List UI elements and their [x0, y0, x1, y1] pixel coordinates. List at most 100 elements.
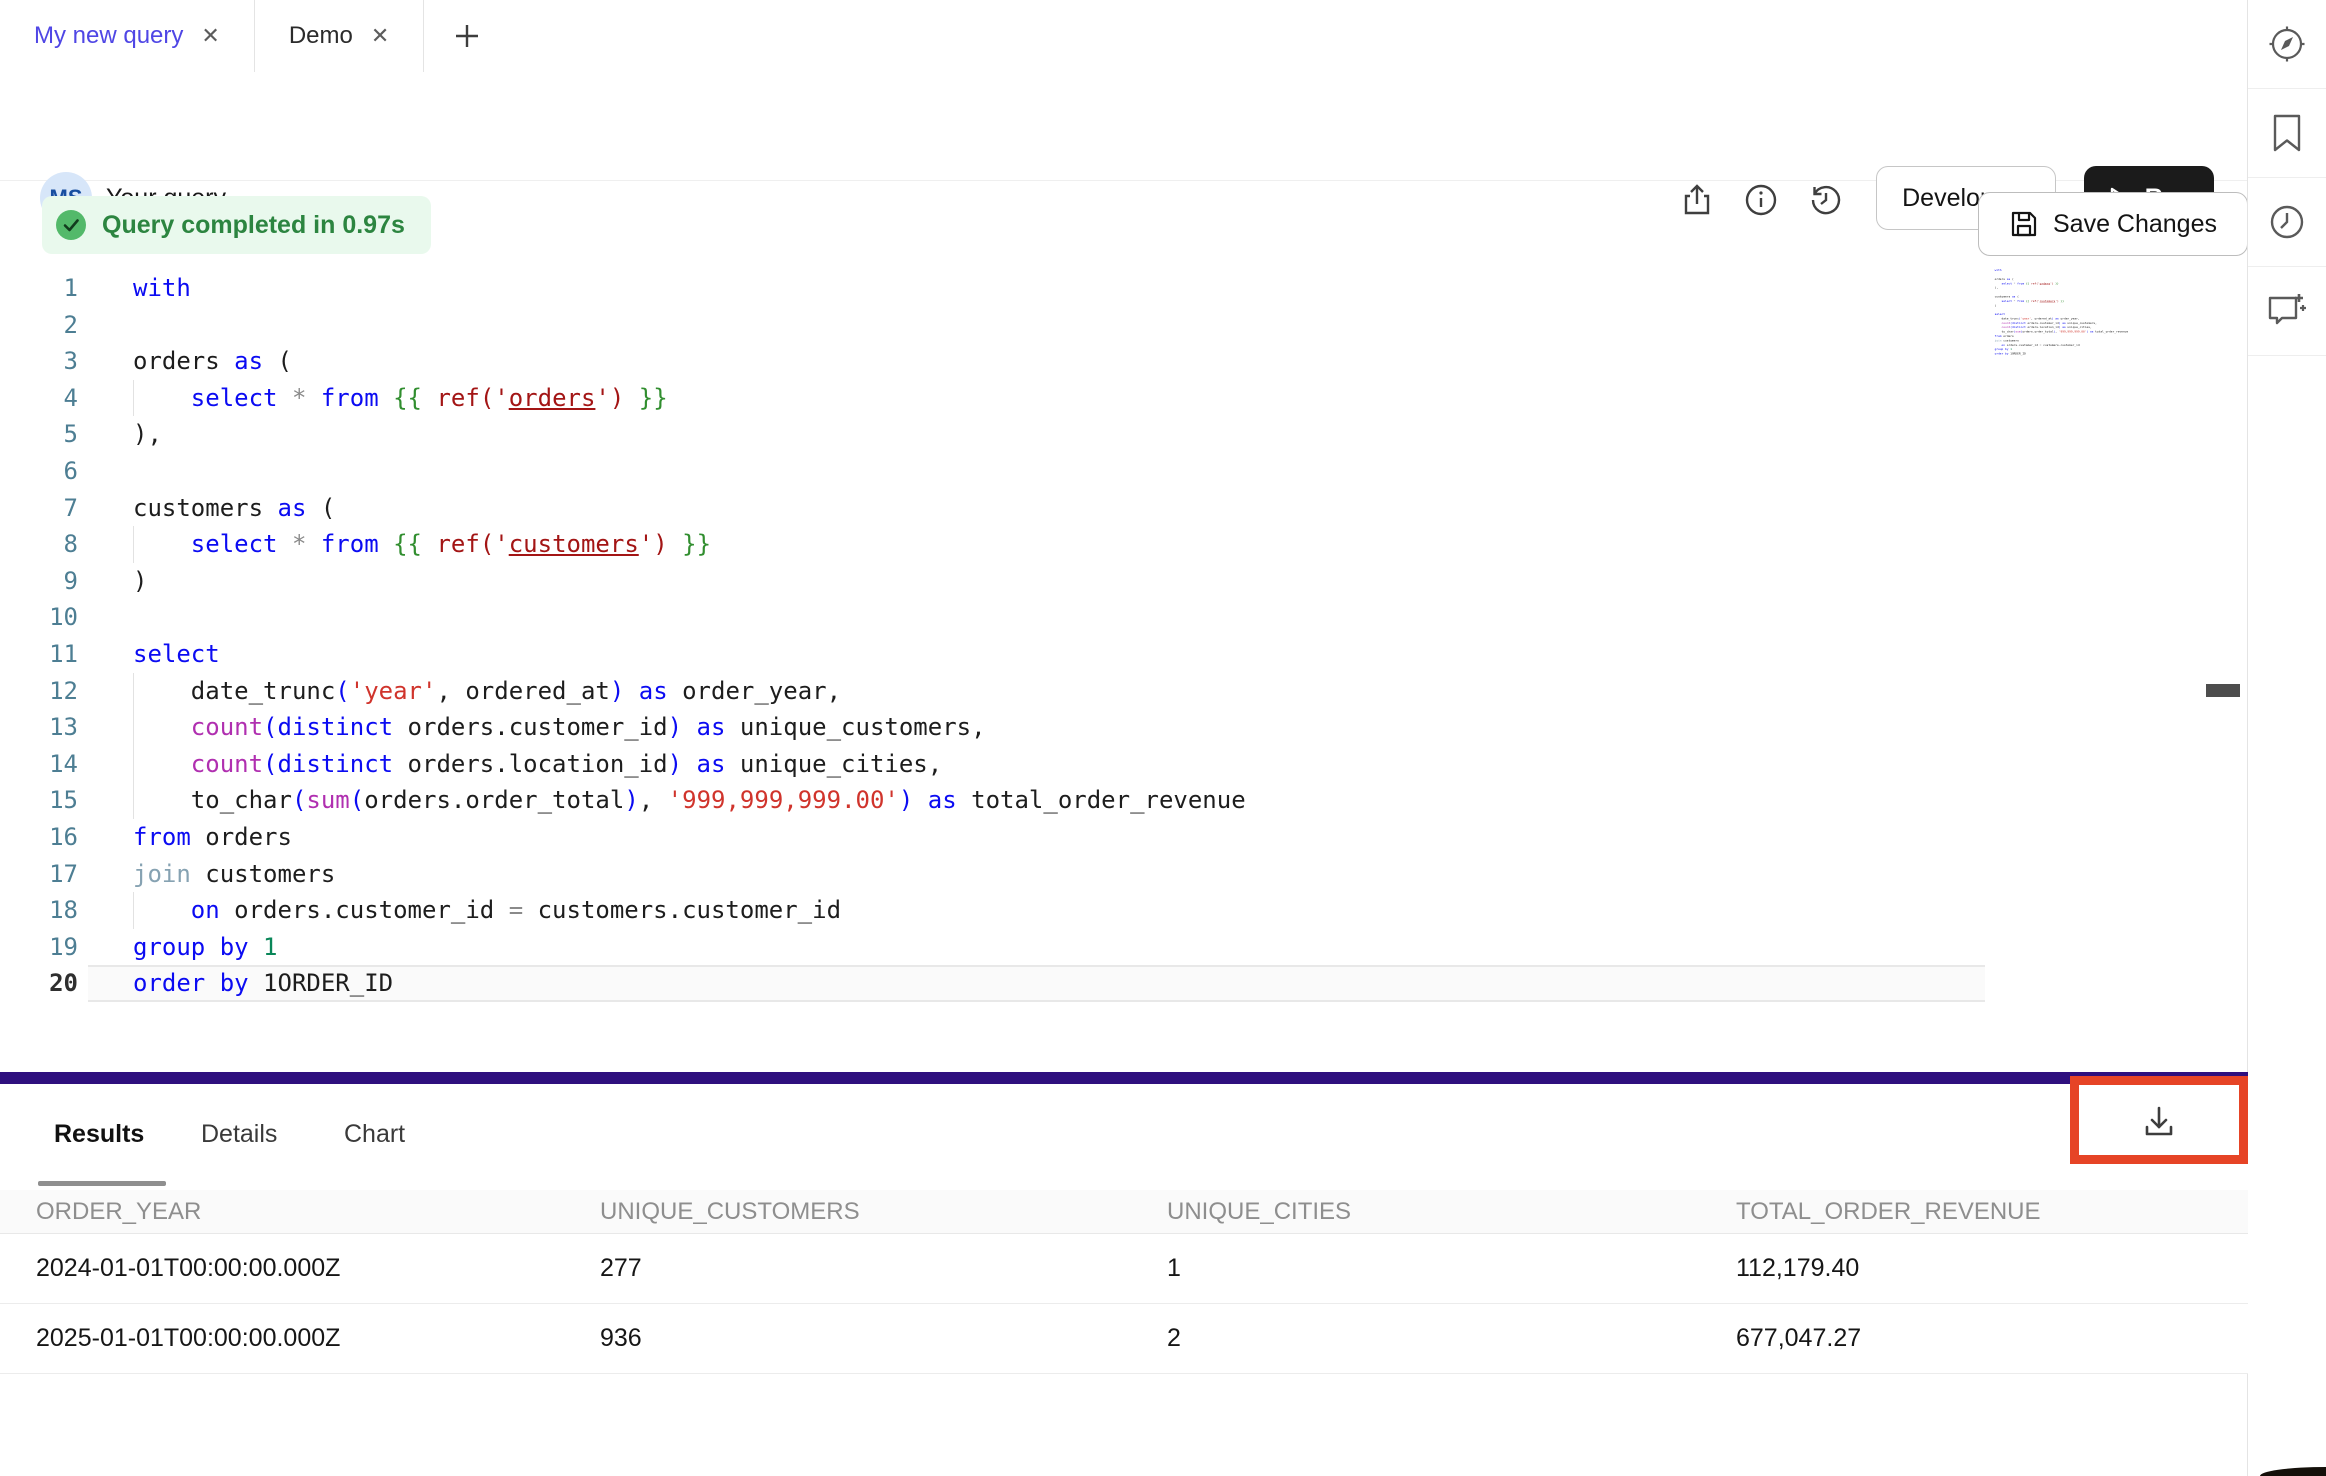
code-text: select [133, 640, 220, 668]
code-line[interactable]: 16 from orders [0, 819, 2244, 856]
query-header: MS Your query Develop [0, 72, 2248, 181]
check-circle-icon [56, 210, 86, 240]
code-line[interactable]: 6 [0, 453, 2244, 490]
editor-scrollbar-thumb[interactable] [2206, 684, 2240, 697]
code-line[interactable]: 15 to_char(sum(orders.order_total), '999… [0, 782, 2244, 819]
code-line[interactable]: 17join customers [0, 856, 2244, 893]
save-changes-button[interactable]: Save Changes [1978, 192, 2248, 256]
code-text: to_char(sum(orders.order_total), '999,99… [1995, 330, 2129, 333]
sql-code-editor[interactable]: 1with2 3orders as (4 select * from {{ re… [0, 270, 2244, 1002]
code-text: join customers [1995, 339, 2019, 342]
new-tab-button[interactable] [424, 0, 510, 72]
clock-icon[interactable] [2248, 178, 2326, 267]
code-text: date_trunc('year', ordered_at) as order_… [1995, 317, 2080, 320]
code-text: select * from {{ ref('customers') }} [1995, 299, 2064, 302]
table-body: 2024-01-01T00:00:00.000Z2771112,179.4020… [0, 1234, 2248, 1374]
code-text [1995, 290, 1997, 293]
column-header: UNIQUE_CITIES [1131, 1198, 1700, 1226]
floppy-icon [2009, 209, 2039, 239]
code-text: order by 1ORDER_ID [1995, 352, 2026, 355]
code-line[interactable]: 18 on orders.customer_id = customers.cus… [0, 892, 2244, 929]
code-line[interactable]: 8 select * from {{ ref('customers') }} [0, 526, 2244, 563]
column-header: UNIQUE_CUSTOMERS [564, 1198, 1131, 1226]
code-line[interactable]: 20 order by 1ORDER_ID [0, 965, 2244, 1002]
tab-results[interactable]: Results [54, 1120, 144, 1149]
line-number: 18 [0, 892, 78, 929]
code-text: from orders [1995, 334, 2014, 337]
history-icon[interactable] [1806, 180, 1846, 220]
column-header: TOTAL_ORDER_REVENUE [1700, 1198, 2248, 1226]
code-text: to_char(sum(orders.order_total), '999,99… [133, 786, 1246, 814]
compass-icon[interactable] [2248, 0, 2326, 89]
code-text: count(distinct orders.location_id) as un… [133, 750, 942, 778]
code-text: from orders [133, 823, 292, 851]
line-number: 19 [0, 929, 78, 966]
close-icon[interactable]: ✕ [371, 25, 389, 47]
line-number: 16 [0, 819, 78, 856]
code-text [133, 311, 147, 339]
line-number: 6 [0, 453, 78, 490]
code-line[interactable]: 19 group by 1 [0, 929, 2244, 966]
info-icon[interactable] [1741, 180, 1781, 220]
code-line[interactable]: 2 [0, 307, 2244, 344]
code-text: group by 1 [1995, 348, 2012, 351]
tab-my-new-query[interactable]: My new query ✕ [0, 0, 255, 72]
active-tab-indicator [38, 1181, 166, 1186]
copilot-chat-icon[interactable] [2248, 267, 2326, 356]
plus-icon [452, 21, 482, 51]
code-text [1995, 273, 1997, 276]
code-line[interactable]: 11select [0, 636, 2244, 673]
code-text [1995, 308, 1997, 311]
code-line[interactable]: 12 date_trunc('year', ordered_at) as ord… [0, 673, 2244, 710]
editor-minimap[interactable]: with orders as ( select * from {{ ref('o… [1988, 268, 2208, 408]
minimap-content: with orders as ( select * from {{ ref('o… [1988, 268, 2208, 356]
code-line[interactable]: 5), [0, 416, 2244, 453]
tab-chart[interactable]: Chart [344, 1120, 405, 1149]
line-number: 8 [0, 526, 78, 563]
code-line[interactable]: 13 count(distinct orders.customer_id) as… [0, 709, 2244, 746]
code-line[interactable]: 3orders as ( [0, 343, 2244, 380]
download-results-button[interactable] [2093, 1092, 2225, 1152]
code-text: select * from {{ ref('customers') }} [133, 530, 711, 558]
code-text: order by 1ORDER_ID [133, 969, 393, 997]
bookmark-icon[interactable] [2248, 89, 2326, 178]
code-line[interactable]: 7customers as ( [0, 490, 2244, 527]
table-header-row: ORDER_YEARUNIQUE_CUSTOMERSUNIQUE_CITIEST… [0, 1190, 2248, 1234]
code-text: count(distinct orders.location_id) as un… [1995, 326, 2092, 329]
code-text: on orders.customer_id = customers.custom… [1995, 343, 2080, 346]
code-line[interactable]: 1with [0, 270, 2244, 307]
tab-label: My new query [34, 22, 183, 50]
code-text: with [1995, 268, 2002, 271]
share-icon[interactable] [1677, 180, 1717, 220]
code-line[interactable]: 9) [0, 563, 2244, 600]
table-row: 2025-01-01T00:00:00.000Z9362677,047.27 [0, 1304, 2248, 1374]
close-icon[interactable]: ✕ [201, 25, 219, 47]
tab-details[interactable]: Details [201, 1120, 277, 1149]
column-header: ORDER_YEAR [0, 1198, 564, 1226]
code-text: count(distinct orders.customer_id) as un… [133, 713, 986, 741]
line-number: 4 [0, 380, 78, 417]
table-cell: 936 [564, 1324, 1131, 1353]
line-number: 12 [0, 673, 78, 710]
code-text: customers as ( [1995, 295, 2019, 298]
download-icon [2137, 1100, 2181, 1144]
table-cell: 112,179.40 [1700, 1254, 2248, 1283]
code-line[interactable]: 14 count(distinct orders.location_id) as… [0, 746, 2244, 783]
tab-label: Demo [289, 22, 353, 50]
line-number: 2 [0, 307, 78, 344]
right-toolbar [2247, 0, 2326, 1476]
code-text: group by 1 [133, 933, 278, 961]
line-number: 14 [0, 746, 78, 783]
save-changes-label: Save Changes [2053, 210, 2217, 239]
code-text: select * from {{ ref('orders') }} [1995, 282, 2059, 285]
code-line[interactable]: 4 select * from {{ ref('orders') }} [0, 380, 2244, 417]
editor-tab-bar: My new query ✕ Demo ✕ [0, 0, 2248, 73]
code-line[interactable]: 10 [0, 599, 2244, 636]
tab-demo[interactable]: Demo ✕ [255, 0, 424, 72]
code-text: ) [1995, 304, 1997, 307]
line-number: 17 [0, 856, 78, 893]
line-number: 5 [0, 416, 78, 453]
code-line[interactable]: order by 1ORDER_ID [1988, 351, 2208, 355]
panel-resize-divider[interactable] [0, 1072, 2248, 1084]
line-number: 20 [0, 965, 78, 1002]
